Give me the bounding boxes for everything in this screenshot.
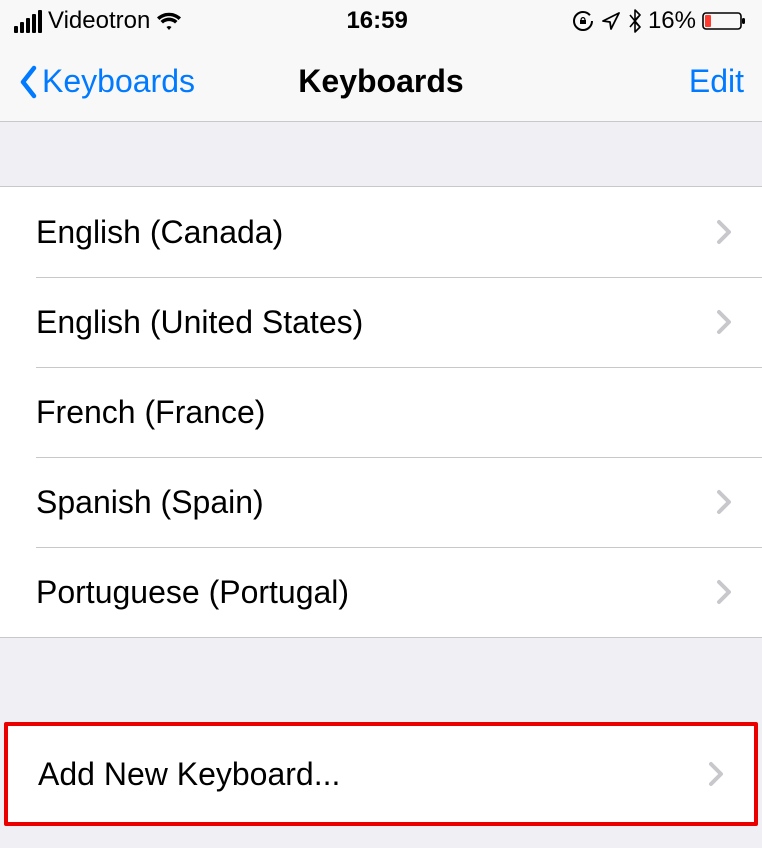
keyboard-row[interactable]: French (France) xyxy=(0,367,762,457)
battery-icon xyxy=(702,10,748,32)
keyboard-row-label: English (United States) xyxy=(36,304,363,341)
add-keyboard-group: Add New Keyboard... xyxy=(4,722,758,826)
keyboard-row-label: English (Canada) xyxy=(36,214,283,251)
status-left: Videotron xyxy=(14,7,182,35)
page-title: Keyboards xyxy=(298,63,463,100)
chevron-left-icon xyxy=(18,65,40,99)
orientation-lock-icon xyxy=(572,10,594,32)
wifi-icon xyxy=(156,10,182,32)
keyboards-list: English (Canada) English (United States)… xyxy=(0,186,762,638)
bluetooth-icon xyxy=(628,9,642,33)
carrier-name: Videotron xyxy=(48,7,150,35)
cellular-signal-icon xyxy=(14,10,42,33)
keyboard-row[interactable]: Spanish (Spain) xyxy=(0,457,762,547)
keyboard-row[interactable]: English (United States) xyxy=(0,277,762,367)
add-keyboard-button[interactable]: Add New Keyboard... xyxy=(8,726,754,822)
status-bar: Videotron 16:59 16% xyxy=(0,0,762,42)
keyboard-row-label: French (France) xyxy=(36,394,265,431)
back-button[interactable]: Keyboards xyxy=(18,63,195,100)
edit-button[interactable]: Edit xyxy=(689,63,744,100)
add-keyboard-label: Add New Keyboard... xyxy=(38,756,340,793)
chevron-right-icon xyxy=(716,489,732,515)
chevron-right-icon xyxy=(716,219,732,245)
keyboard-row[interactable]: English (Canada) xyxy=(0,187,762,277)
battery-percentage: 16% xyxy=(648,7,696,35)
status-time: 16:59 xyxy=(346,7,407,35)
keyboard-row-label: Portuguese (Portugal) xyxy=(36,574,349,611)
keyboard-row-label: Spanish (Spain) xyxy=(36,484,264,521)
spacer xyxy=(0,638,762,722)
location-icon xyxy=(600,10,622,32)
spacer xyxy=(0,122,762,186)
status-right: 16% xyxy=(572,7,748,35)
nav-bar: Keyboards Keyboards Edit xyxy=(0,42,762,122)
chevron-right-icon xyxy=(708,761,724,787)
back-label: Keyboards xyxy=(42,63,195,100)
keyboard-row[interactable]: Portuguese (Portugal) xyxy=(0,547,762,637)
chevron-right-icon xyxy=(716,579,732,605)
chevron-right-icon xyxy=(716,309,732,335)
